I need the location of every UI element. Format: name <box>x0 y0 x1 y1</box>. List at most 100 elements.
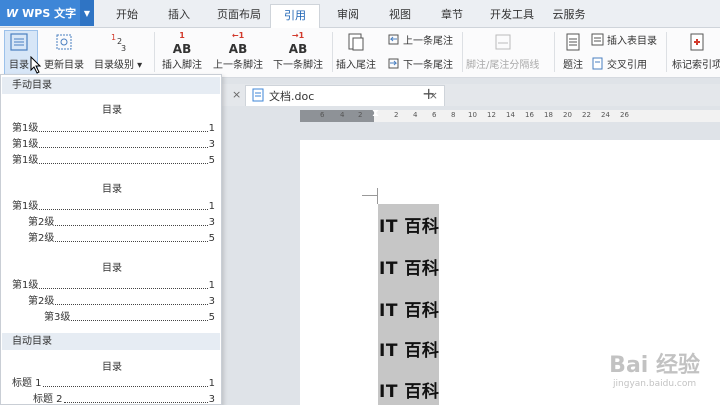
ribbon: 目录 更新目录 123 目录级别 ▾ 1 AB 插入脚注 ←1 AB 上一条脚注 →… <box>0 28 720 78</box>
margin-marker <box>362 195 378 196</box>
ruler-tick: 6 <box>432 111 437 119</box>
footnote-separator-label: 脚注/尾注分隔线 <box>466 60 540 71</box>
next-endnote-icon <box>386 57 400 71</box>
manual-toc-header: 手动目录 <box>2 77 220 94</box>
toc-entry: 标题 11 <box>12 378 215 389</box>
document-tab-name: 文档.doc <box>269 90 315 103</box>
ruler-tick: 6 <box>320 111 325 119</box>
next-footnote-icon: →1 AB <box>288 30 308 56</box>
ruler-tick: 12 <box>487 111 496 119</box>
mark-index-button[interactable]: 标记索引项 <box>672 30 720 71</box>
toc-icon <box>6 30 32 54</box>
mouse-cursor-icon <box>30 55 42 77</box>
tab-page-layout[interactable]: 页面布局 <box>208 4 270 28</box>
document-line[interactable]: IT 百科 <box>379 336 439 361</box>
document-line[interactable]: IT 百科 <box>379 212 439 237</box>
ruler-tick: 14 <box>506 111 515 119</box>
svg-text:1: 1 <box>111 33 116 42</box>
margin-marker <box>377 188 378 204</box>
toc-title: 目录 <box>102 263 122 274</box>
document-line[interactable]: IT 百科 <box>379 296 439 321</box>
wps-app-button[interactable]: W WPS 文字 ▼ <box>0 0 94 26</box>
tab-home[interactable]: 开始 <box>106 4 148 28</box>
toc-entry: 第1级 1 <box>12 201 215 212</box>
menu-bar: W WPS 文字 ▼ 开始 插入 页面布局 引用 审阅 视图 章节 开发工具 云… <box>0 0 720 28</box>
toc-entry: 第1级 1 <box>12 280 215 291</box>
insert-table-of-figures-button[interactable]: 插入表目录 <box>590 32 657 47</box>
next-endnote-label: 下一条尾注 <box>403 60 453 71</box>
toc-title: 目录 <box>102 362 122 373</box>
footnote-separator-button[interactable]: 脚注/尾注分隔线 <box>466 30 539 71</box>
ruler-tick: 18 <box>544 111 553 119</box>
ruler-tick: 4 <box>340 111 345 119</box>
toc-entry: 第1级 1 <box>12 123 215 134</box>
insert-endnote-icon <box>343 30 369 54</box>
ribbon-divider <box>332 32 333 72</box>
ruler-tick: 22 <box>582 111 591 119</box>
cross-reference-label: 交叉引用 <box>607 60 647 71</box>
insert-footnote-label: 插入脚注 <box>162 60 202 71</box>
document-line[interactable]: IT 百科 <box>379 377 439 402</box>
next-endnote-button[interactable]: 下一条尾注 <box>386 56 453 71</box>
toc-label: 目录 <box>9 60 29 71</box>
ruler-tick: 10 <box>468 111 477 119</box>
doc-file-icon <box>252 88 264 105</box>
document-line[interactable]: IT 百科 <box>379 254 439 279</box>
toc-title: 目录 <box>102 184 122 195</box>
tab-view[interactable]: 视图 <box>380 4 420 28</box>
ruler-tick: 20 <box>563 111 572 119</box>
cross-reference-button[interactable]: 交叉引用 <box>590 56 647 71</box>
caption-label: 题注 <box>563 60 583 71</box>
mark-index-icon <box>684 30 710 54</box>
new-tab-icon[interactable]: + <box>422 84 435 103</box>
insert-footnote-icon: 1 AB <box>172 30 192 56</box>
table-of-figures-icon <box>590 33 604 47</box>
ruler-tick: 2 <box>394 111 399 119</box>
ruler-tick: 4 <box>413 111 418 119</box>
toc-entry: 第2级 5 <box>28 233 215 244</box>
svg-text:3: 3 <box>121 44 126 53</box>
insert-endnote-button[interactable]: 插入尾注 <box>336 30 376 71</box>
tab-references[interactable]: 引用 <box>270 4 320 28</box>
toc-level-icon: 123 <box>105 30 131 54</box>
caption-button[interactable]: 题注 <box>560 30 586 71</box>
toc-level-button[interactable]: 123 目录级别 ▾ <box>94 30 142 71</box>
update-toc-button[interactable]: 更新目录 <box>44 30 84 71</box>
watermark-url: jingyan.baidu.com <box>613 379 697 389</box>
app-name: WPS 文字 <box>22 7 77 20</box>
tab-insert[interactable]: 插入 <box>158 4 200 28</box>
toc-dropdown: 手动目录 目录 第1级 1 第1级 3 第1级 5 目录 第1级 1 第2级 3 第2级 5… <box>0 74 222 405</box>
horizontal-ruler[interactable]: 6 4 2 ⧗ 2 4 6 8 10 12 14 16 18 20 22 24 … <box>300 108 720 122</box>
insert-table-of-figures-label: 插入表目录 <box>607 36 657 47</box>
ribbon-divider <box>462 32 463 72</box>
toc-entry: 第2级 3 <box>28 296 215 307</box>
tab-developer[interactable]: 开发工具 <box>484 4 540 28</box>
auto-toc-header: 自动目录 <box>2 333 220 350</box>
indent-marker-icon[interactable]: ⧗ <box>372 108 379 119</box>
ribbon-divider <box>666 32 667 72</box>
prev-endnote-icon <box>386 33 400 47</box>
document-tab[interactable]: 文档.doc × <box>245 85 445 106</box>
toc-level-label: 目录级别 ▾ <box>94 60 143 71</box>
toc-title: 目录 <box>102 105 122 116</box>
document-tab-bar: × 文档.doc × + <box>222 84 720 106</box>
prev-endnote-button[interactable]: 上一条尾注 <box>386 32 453 47</box>
toc-entry: 第2级 3 <box>28 217 215 228</box>
next-footnote-button[interactable]: →1 AB 下一条脚注 <box>273 30 323 72</box>
next-footnote-label: 下一条脚注 <box>273 60 323 71</box>
tab-chapter[interactable]: 章节 <box>432 4 472 28</box>
close-icon[interactable]: × <box>232 88 241 101</box>
prev-endnote-label: 上一条尾注 <box>403 36 453 47</box>
prev-footnote-label: 上一条脚注 <box>213 60 263 71</box>
watermark: Bai 经验 jingyan.baidu.com <box>609 347 700 389</box>
insert-footnote-button[interactable]: 1 AB 插入脚注 <box>162 30 202 72</box>
update-toc-icon <box>51 30 77 54</box>
ribbon-divider <box>554 32 555 72</box>
toc-entry: 第1级 3 <box>12 139 215 150</box>
ruler-tick: 24 <box>601 111 610 119</box>
chevron-down-icon[interactable]: ▼ <box>80 0 94 26</box>
toc-button[interactable]: 目录 <box>6 30 32 71</box>
tab-review[interactable]: 审阅 <box>328 4 368 28</box>
prev-footnote-button[interactable]: ←1 AB 上一条脚注 <box>213 30 263 72</box>
tab-cloud[interactable]: 云服务 <box>546 4 592 28</box>
